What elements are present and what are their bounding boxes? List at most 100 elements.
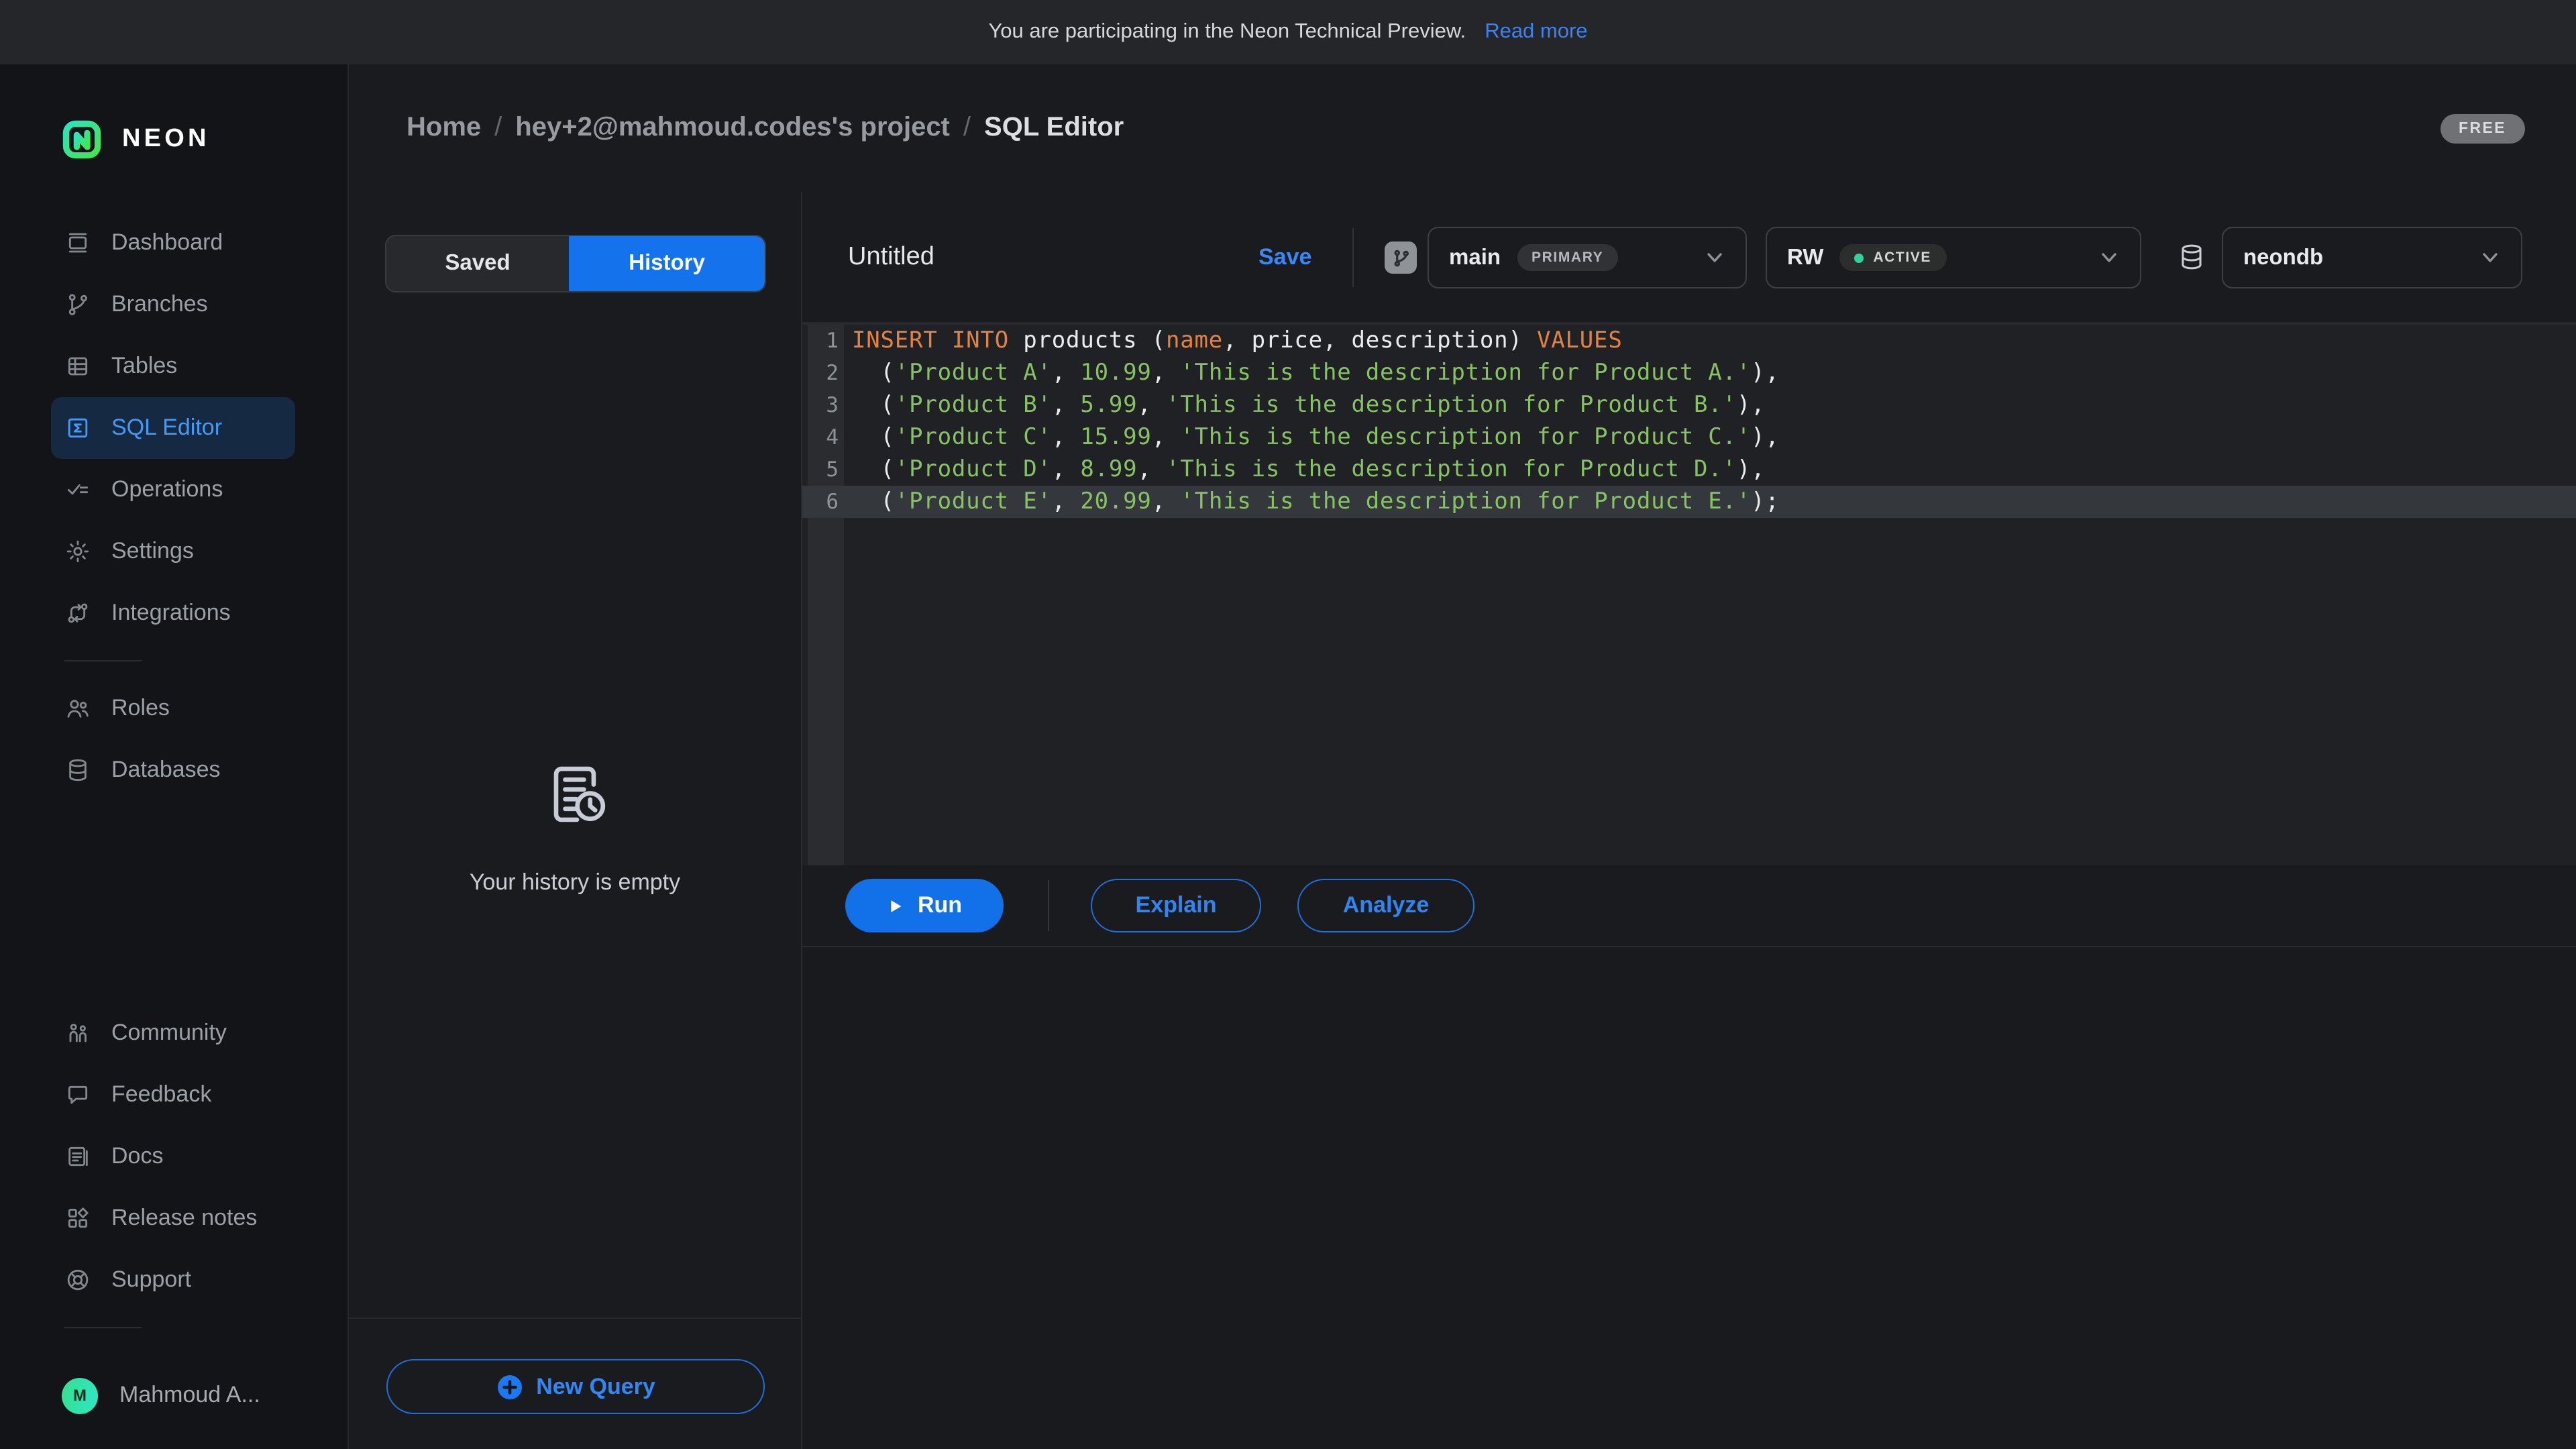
code-text: INSERT INTO products (name, price, descr… (852, 325, 1623, 357)
breadcrumb-separator: / (963, 113, 971, 144)
sidebar-item-roles[interactable]: Roles (51, 678, 295, 739)
history-empty-text: Your history is empty (349, 869, 801, 896)
status-dot (1854, 253, 1864, 262)
code-text: ('Product E', 20.99, 'This is the descri… (852, 486, 1780, 518)
sidebar-item-label: Tables (111, 353, 177, 380)
banner-message: You are participating in the Neon Techni… (988, 20, 1466, 44)
actions-divider (1048, 880, 1049, 931)
code-line-4[interactable]: 4 ('Product C', 15.99, 'This is the desc… (802, 421, 2576, 453)
sidebar-item-label: Dashboard (111, 229, 223, 256)
user-name: Mahmoud A... (119, 1382, 260, 1409)
neon-logo-icon (62, 119, 102, 160)
code-line-3[interactable]: 3 ('Product B', 5.99, 'This is the descr… (802, 389, 2576, 421)
databases-icon (64, 757, 91, 784)
logo-row[interactable]: NEON (62, 118, 347, 161)
sidebar-divider (64, 660, 142, 661)
plan-badge: FREE (2440, 113, 2525, 143)
line-number: 4 (808, 421, 839, 453)
sidebar-item-dashboard[interactable]: Dashboard (51, 212, 295, 274)
sidebar: NEON Dashboard Branches Tables SQL Editor Op… (0, 64, 349, 1449)
line-number: 5 (808, 453, 839, 486)
sidebar-item-databases[interactable]: Databases (51, 739, 295, 801)
page-header: Home / hey+2@mahmoud.codes's project / S… (349, 64, 2576, 192)
sidebar-item-label: Settings (111, 538, 194, 565)
roles-icon (64, 695, 91, 722)
active-status-badge: ACTIVE (1839, 244, 1946, 271)
branch-chip-icon[interactable] (1385, 241, 1417, 274)
plus-circle-icon (496, 1373, 523, 1400)
database-selector[interactable]: neondb (2222, 227, 2522, 288)
code-editor[interactable]: 1 INSERT INTO products (name, price, desc… (802, 323, 2576, 865)
support-icon (64, 1267, 91, 1293)
sidebar-item-label: Roles (111, 695, 170, 722)
query-title[interactable]: Untitled (848, 242, 934, 272)
topbar-divider (1352, 228, 1354, 287)
sidebar-item-feedback[interactable]: Feedback (51, 1064, 295, 1126)
sidebar-nav-footer: Community Feedback Docs Release notesSuppor… (0, 1002, 347, 1311)
sidebar-item-tables[interactable]: Tables (51, 335, 295, 397)
sidebar-item-label: Community (111, 1020, 227, 1046)
breadcrumb-current: SQL Editor (984, 113, 1124, 144)
sidebar-item-release-notes[interactable]: Release notes (51, 1187, 295, 1249)
saved-history-tabs: Saved History (385, 235, 766, 292)
app-root: You are participating in the Neon Techni… (0, 0, 2576, 1449)
line-number: 1 (808, 325, 839, 357)
new-query-button[interactable]: New Query (386, 1359, 765, 1414)
breadcrumb: Home / hey+2@mahmoud.codes's project / S… (407, 113, 1124, 144)
sidebar-item-docs[interactable]: Docs (51, 1126, 295, 1187)
sql-editor-pane: Untitled Save main PRIMARY (802, 192, 2576, 1449)
analyze-button[interactable]: Analyze (1297, 879, 1474, 932)
code-text: ('Product A', 10.99, 'This is the descri… (852, 357, 1780, 389)
code-line-1[interactable]: 1 INSERT INTO products (name, price, desc… (802, 325, 2576, 357)
sidebar-item-settings[interactable]: Settings (51, 521, 295, 582)
sidebar-item-label: Docs (111, 1143, 163, 1170)
tab-saved[interactable]: Saved (386, 236, 569, 291)
code-line-6[interactable]: 6 ('Product E', 20.99, 'This is the desc… (802, 486, 2576, 518)
dashboard-icon (64, 229, 91, 256)
code-text: ('Product B', 5.99, 'This is the descrip… (852, 389, 1765, 421)
sidebar-item-support[interactable]: Support (51, 1249, 295, 1311)
explain-button[interactable]: Explain (1091, 879, 1261, 932)
operations-icon (64, 476, 91, 503)
save-button[interactable]: Save (1258, 244, 1311, 270)
technical-preview-banner: You are participating in the Neon Techni… (0, 0, 2576, 64)
sidebar-nav-secondary: Roles Databases (0, 678, 347, 801)
sidebar-item-integrations[interactable]: Integrations (51, 582, 295, 644)
chevron-down-icon (2098, 247, 2120, 268)
breadcrumb-project[interactable]: hey+2@mahmoud.codes's project (515, 113, 950, 144)
editor-actions-bar: Run Explain Analyze (802, 865, 2576, 947)
integrations-icon (64, 600, 91, 627)
branches-icon (64, 291, 91, 318)
sidebar-item-label: Feedback (111, 1081, 211, 1108)
queries-panel: Saved History Your history is (349, 192, 802, 1449)
settings-icon (64, 538, 91, 565)
run-button[interactable]: Run (845, 879, 1004, 932)
sidebar-item-label: SQL Editor (111, 415, 222, 441)
sidebar-item-community[interactable]: Community (51, 1002, 295, 1064)
branch-selector[interactable]: main PRIMARY (1428, 227, 1747, 288)
primary-badge: PRIMARY (1517, 244, 1618, 271)
code-line-2[interactable]: 2 ('Product A', 10.99, 'This is the desc… (802, 357, 2576, 389)
sidebar-divider-bottom (64, 1327, 142, 1328)
main-area: Home / hey+2@mahmoud.codes's project / S… (349, 64, 2576, 1449)
sidebar-item-operations[interactable]: Operations (51, 459, 295, 521)
sidebar-item-label: Integrations (111, 600, 231, 627)
shell: NEON Dashboard Branches Tables SQL Editor Op… (0, 64, 2576, 1449)
compute-selector[interactable]: RW ACTIVE (1766, 227, 2141, 288)
sidebar-item-sql-editor[interactable]: SQL Editor (51, 397, 295, 459)
line-number: 3 (808, 389, 839, 421)
sidebar-item-label: Operations (111, 476, 223, 503)
avatar: M (62, 1377, 98, 1413)
user-menu[interactable]: M Mahmoud A... (62, 1366, 347, 1425)
read-more-link[interactable]: Read more (1485, 20, 1587, 44)
sidebar-item-branches[interactable]: Branches (51, 274, 295, 335)
brand-wordmark: NEON (122, 125, 210, 154)
sidebar-item-label: Databases (111, 757, 221, 784)
history-document-clock-icon (536, 755, 614, 833)
tab-history[interactable]: History (569, 236, 765, 291)
content: Saved History Your history is (349, 192, 2576, 1449)
tables-icon (64, 353, 91, 380)
breadcrumb-home[interactable]: Home (407, 113, 481, 144)
code-text: ('Product C', 15.99, 'This is the descri… (852, 421, 1780, 453)
code-line-5[interactable]: 5 ('Product D', 8.99, 'This is the descr… (802, 453, 2576, 486)
